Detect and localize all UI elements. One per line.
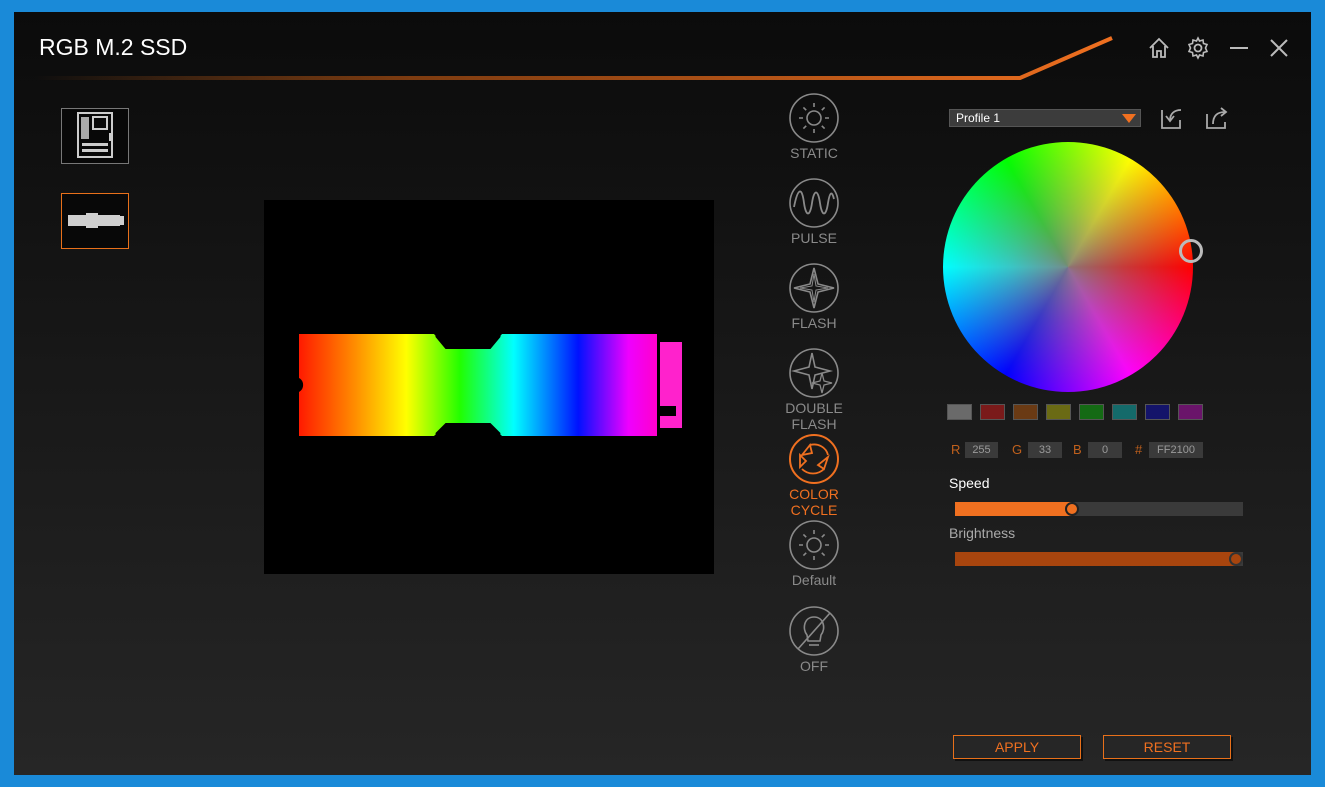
export-icon: [1206, 107, 1228, 129]
wave-icon: [789, 178, 839, 228]
mode-flash-label: FLASH: [791, 315, 837, 331]
mode-pulse-button[interactable]: PULSE: [766, 177, 862, 246]
preset-swatch[interactable]: [1178, 404, 1203, 420]
apply-button[interactable]: APPLY: [953, 735, 1081, 759]
device-ssd-button[interactable]: [61, 193, 129, 249]
chevron-down-icon: [1122, 114, 1136, 123]
speed-label: Speed: [949, 475, 990, 491]
preset-swatch[interactable]: [947, 404, 972, 420]
preset-swatch[interactable]: [980, 404, 1005, 420]
mode-static-label: STATIC: [790, 145, 838, 161]
hex-label: #: [1135, 442, 1143, 457]
app-window: RGB M.2 SSD STATIC PULSE FLASH DOUBLE FL…: [14, 12, 1311, 775]
hex-input[interactable]: [1149, 442, 1203, 458]
sun-icon: [789, 520, 839, 570]
mode-static-button[interactable]: STATIC: [766, 92, 862, 161]
ssd-icon: [68, 213, 124, 228]
speed-fill: [955, 502, 1072, 516]
g-input[interactable]: [1028, 442, 1062, 458]
profile-selected: Profile 1: [956, 111, 1001, 125]
mode-off-label: OFF: [800, 658, 828, 674]
motherboard-icon: [77, 112, 113, 158]
color-wheel-selector[interactable]: [1179, 239, 1203, 263]
header-accent-line: [34, 36, 1113, 80]
star-icon: [789, 263, 839, 313]
mode-double-flash-label: DOUBLE FLASH: [785, 400, 843, 432]
brightness-slider[interactable]: [955, 552, 1243, 566]
mode-color-cycle-label: COLOR CYCLE: [789, 486, 839, 518]
cycle-arrows-icon: [789, 434, 839, 484]
gear-icon[interactable]: [1184, 34, 1212, 62]
b-input[interactable]: [1088, 442, 1122, 458]
preset-swatch[interactable]: [1145, 404, 1170, 420]
mode-double-flash-button[interactable]: DOUBLE FLASH: [766, 347, 862, 432]
profile-dropdown[interactable]: Profile 1: [949, 109, 1141, 127]
reset-button[interactable]: RESET: [1103, 735, 1231, 759]
import-icon: [1161, 109, 1182, 129]
preset-swatch[interactable]: [1013, 404, 1038, 420]
r-input[interactable]: [965, 442, 998, 458]
preset-swatch[interactable]: [1079, 404, 1104, 420]
brightness-fill: [955, 552, 1236, 566]
g-label: G: [1012, 442, 1023, 457]
brightness-thumb[interactable]: [1229, 552, 1243, 566]
mode-default-label: Default: [791, 572, 837, 588]
mode-flash-button[interactable]: FLASH: [766, 262, 862, 331]
minimize-icon[interactable]: [1225, 34, 1253, 62]
speed-slider[interactable]: [955, 502, 1243, 516]
ssd-rgb-image: [299, 334, 682, 436]
import-profile-button[interactable]: [1157, 105, 1187, 133]
mode-off-button[interactable]: OFF: [766, 605, 862, 674]
device-motherboard-button[interactable]: [61, 108, 129, 164]
close-icon[interactable]: [1265, 34, 1293, 62]
mode-default-button[interactable]: Default: [766, 519, 862, 588]
b-label: B: [1073, 442, 1082, 457]
mode-pulse-label: PULSE: [791, 230, 837, 246]
preset-swatch[interactable]: [1112, 404, 1137, 420]
bulb-off-icon: [789, 606, 839, 656]
sun-icon: [789, 93, 839, 143]
r-label: R: [951, 442, 961, 457]
window-title: RGB M.2 SSD: [39, 34, 188, 60]
color-wheel[interactable]: [943, 142, 1193, 392]
mode-color-cycle-button[interactable]: COLOR CYCLE: [766, 433, 862, 518]
double-star-icon: [789, 348, 839, 398]
speed-thumb[interactable]: [1065, 502, 1079, 516]
export-profile-button[interactable]: [1202, 105, 1232, 133]
preset-swatch[interactable]: [1046, 404, 1071, 420]
home-icon[interactable]: [1145, 34, 1173, 62]
ssd-preview: [264, 200, 714, 574]
brightness-label: Brightness: [949, 525, 1016, 541]
